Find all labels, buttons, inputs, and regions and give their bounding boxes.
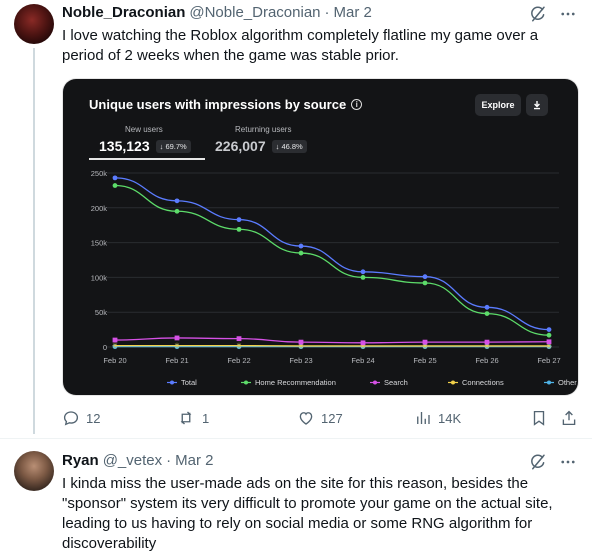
display-name[interactable]: Ryan: [62, 452, 99, 469]
y-tick-label: 50k: [95, 308, 107, 317]
tweet-text: I kinda miss the user-made ads on the si…: [62, 475, 553, 552]
reply-button[interactable]: 12: [62, 408, 100, 428]
repost-button[interactable]: 1: [176, 408, 209, 428]
data-point-home-recommendation: [236, 226, 242, 232]
like-button[interactable]: 127: [297, 408, 343, 428]
data-point-home-recommendation: [174, 208, 180, 214]
thread-line: [33, 48, 35, 434]
separator: ·: [166, 452, 172, 469]
data-point-search: [546, 339, 552, 345]
legend-marker-connections: [451, 380, 455, 385]
tweet-text: I love watching the Roblox algorithm com…: [62, 27, 539, 64]
data-point-home-recommendation: [484, 311, 490, 316]
share-button[interactable]: [560, 408, 578, 428]
legend-label-connections: Connections: [462, 378, 504, 387]
x-tick-label: Feb 27: [537, 356, 560, 365]
views-button[interactable]: 14K: [414, 408, 461, 428]
legend-label-total: Total: [181, 378, 197, 387]
repost-icon: [180, 411, 192, 425]
grok-icon[interactable]: [528, 452, 548, 472]
data-point-home-recommendation: [360, 275, 366, 280]
series-line-total: [114, 177, 550, 331]
repost-count: 1: [202, 410, 210, 426]
data-point-total: [360, 269, 366, 275]
tweet-ryan[interactable]: Ryan @_vetex · Mar 2 I kinda miss the us…: [0, 439, 592, 557]
avatar[interactable]: [14, 451, 54, 491]
x-tick-label: Feb 23: [289, 356, 312, 365]
header-icons: [528, 452, 578, 472]
data-point-total: [422, 274, 428, 280]
reply-count: 12: [86, 410, 101, 426]
views-icon: [417, 412, 430, 424]
tweet-actions: 12 1 127 14K: [62, 408, 580, 428]
data-point-home-recommendation: [298, 250, 304, 256]
like-count: 127: [321, 410, 343, 426]
y-tick-label: 0: [103, 343, 107, 352]
y-tick-label: 250k: [91, 169, 108, 178]
data-point-total: [112, 175, 118, 181]
data-point-total: [484, 304, 490, 310]
grok-icon[interactable]: [528, 4, 548, 24]
data-point-connections: ✳: [112, 342, 119, 351]
reply-icon: [63, 411, 79, 426]
legend-label-search: Search: [384, 378, 408, 387]
y-tick-label: 150k: [91, 239, 108, 248]
line-chart: 250k 200k 150k 100k 50k 0 Feb 20 Feb 21 Feb 22 Fe…: [91, 169, 578, 387]
legend-marker-home-recommendation: [244, 380, 248, 385]
data-point-search: [360, 340, 366, 346]
data-point-home-recommendation: [112, 183, 118, 188]
legend-marker-search: [373, 380, 377, 385]
share-icon: [562, 410, 576, 426]
data-point-search: [298, 339, 304, 345]
data-point-total: [236, 217, 242, 223]
heart-icon: [299, 412, 313, 425]
data-point-search: [236, 336, 242, 342]
x-tick-label: Feb 22: [227, 356, 250, 365]
display-name[interactable]: Noble_Draconian: [62, 4, 185, 21]
separator: ·: [324, 4, 330, 21]
x-tick-label: Feb 20: [103, 356, 126, 365]
tweet-header: Noble_Draconian @Noble_Draconian · Mar 2: [62, 4, 372, 24]
data-point-total: [174, 198, 180, 204]
data-point-home-recommendation: [422, 280, 428, 286]
legend-label-other: Other: [558, 378, 577, 387]
data-point-total: [546, 327, 552, 332]
legend-marker-other: [547, 380, 551, 385]
y-tick-label: 100k: [91, 273, 108, 282]
view-count: 14K: [438, 410, 462, 426]
data-point-total: [298, 243, 304, 249]
x-tick-label: Feb 21: [165, 356, 188, 365]
data-point-connections: ✳: [174, 342, 181, 351]
avatar[interactable]: [14, 4, 54, 44]
x-tick-label: Feb 24: [351, 356, 374, 365]
tweet-noble-draconian[interactable]: Noble_Draconian @Noble_Draconian · Mar 2…: [0, 0, 592, 438]
data-point-search: [174, 335, 180, 341]
data-point-search: [484, 339, 490, 345]
header-icons: [528, 4, 578, 24]
tweet-date[interactable]: Mar 2: [175, 452, 213, 469]
x-tick-label: Feb 25: [413, 356, 436, 365]
tweet-header: Ryan @_vetex · Mar 2: [62, 452, 213, 472]
chart-card: Unique users with impressions by source …: [63, 79, 578, 395]
user-handle[interactable]: @Noble_Draconian: [189, 4, 320, 21]
data-point-home-recommendation: [546, 332, 552, 338]
data-point-search: [422, 339, 428, 345]
data-point-connections: ✳: [236, 342, 243, 351]
data-point-search: [112, 337, 118, 343]
user-handle[interactable]: @_vetex: [103, 452, 162, 469]
bookmark-icon: [533, 410, 545, 426]
x-tick-label: Feb 26: [475, 356, 498, 365]
tweet-date[interactable]: Mar 2: [334, 4, 372, 21]
y-tick-label: 200k: [91, 204, 108, 213]
tweet-media[interactable]: Unique users with impressions by source …: [62, 78, 579, 396]
more-options-icon[interactable]: [558, 452, 578, 472]
bookmark-button[interactable]: [530, 408, 548, 428]
more-options-icon[interactable]: [558, 4, 578, 24]
legend-marker-total: [170, 380, 174, 385]
legend-label-home-recommendation: Home Recommendation: [255, 378, 336, 387]
